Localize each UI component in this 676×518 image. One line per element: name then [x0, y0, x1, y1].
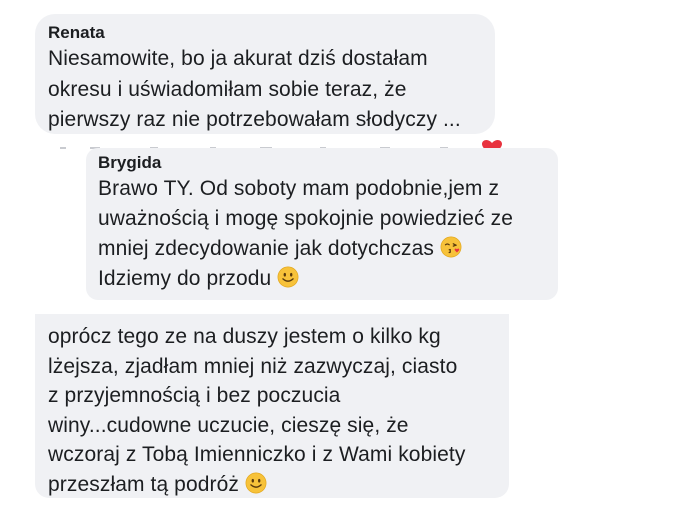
message-bubble-brygida[interactable]: Brygida Brawo TY. Od soboty mam podobnie… [86, 148, 558, 300]
smile-face-emoji [245, 472, 267, 493]
message-bubble-continuation[interactable]: oprócz tego ze na duszy jestem o kilko k… [35, 314, 509, 498]
sender-name[interactable]: Brygida [98, 152, 546, 174]
message-line: okresu i uświadomiłam sobie teraz, że [48, 77, 407, 101]
message-line: Brawo TY. Od soboty mam podobnie,jem z [98, 177, 500, 200]
message-line: z przyjemnością i bez poczucia [48, 384, 341, 407]
message-text: Idziemy do przodu [98, 267, 272, 290]
smile-face-emoji [277, 266, 299, 288]
chat-thread: Renata Niesamowite, bo ja akurat dziś do… [0, 0, 676, 518]
message-line: uważnością i mogę spokojnie powiedzieć z… [98, 207, 513, 230]
message-line: Niesamowite, bo ja akurat dziś dostałam [48, 47, 428, 70]
message-line-with-emoji: mniej zdecydowanie jak dotychczas [98, 234, 546, 264]
message-bubble-renata[interactable]: Renata Niesamowite, bo ja akurat dziś do… [35, 14, 495, 134]
message-line: wczoraj z Tobą Imienniczko i z Wami kobi… [48, 443, 466, 466]
message-text: przeszłam tą podróż [48, 472, 239, 496]
message-text: mniej zdecydowanie jak dotychczas [98, 237, 434, 260]
message-line-with-emoji: przeszłam tą podróż [48, 470, 497, 500]
message-line: winy...cudowne uczucie, cieszę się, że [48, 413, 409, 437]
message-line: oprócz tego ze na duszy jestem o kilko k… [48, 325, 441, 348]
kiss-face-emoji [440, 236, 462, 258]
sender-name[interactable]: Renata [48, 22, 483, 44]
message-line: lżejsza, zjadłam mniej niż zazwyczaj, ci… [48, 354, 458, 378]
message-line: pierwszy raz nie potrzebowałam słodyczy … [48, 108, 461, 131]
message-line-with-emoji: Idziemy do przodu [98, 264, 546, 294]
